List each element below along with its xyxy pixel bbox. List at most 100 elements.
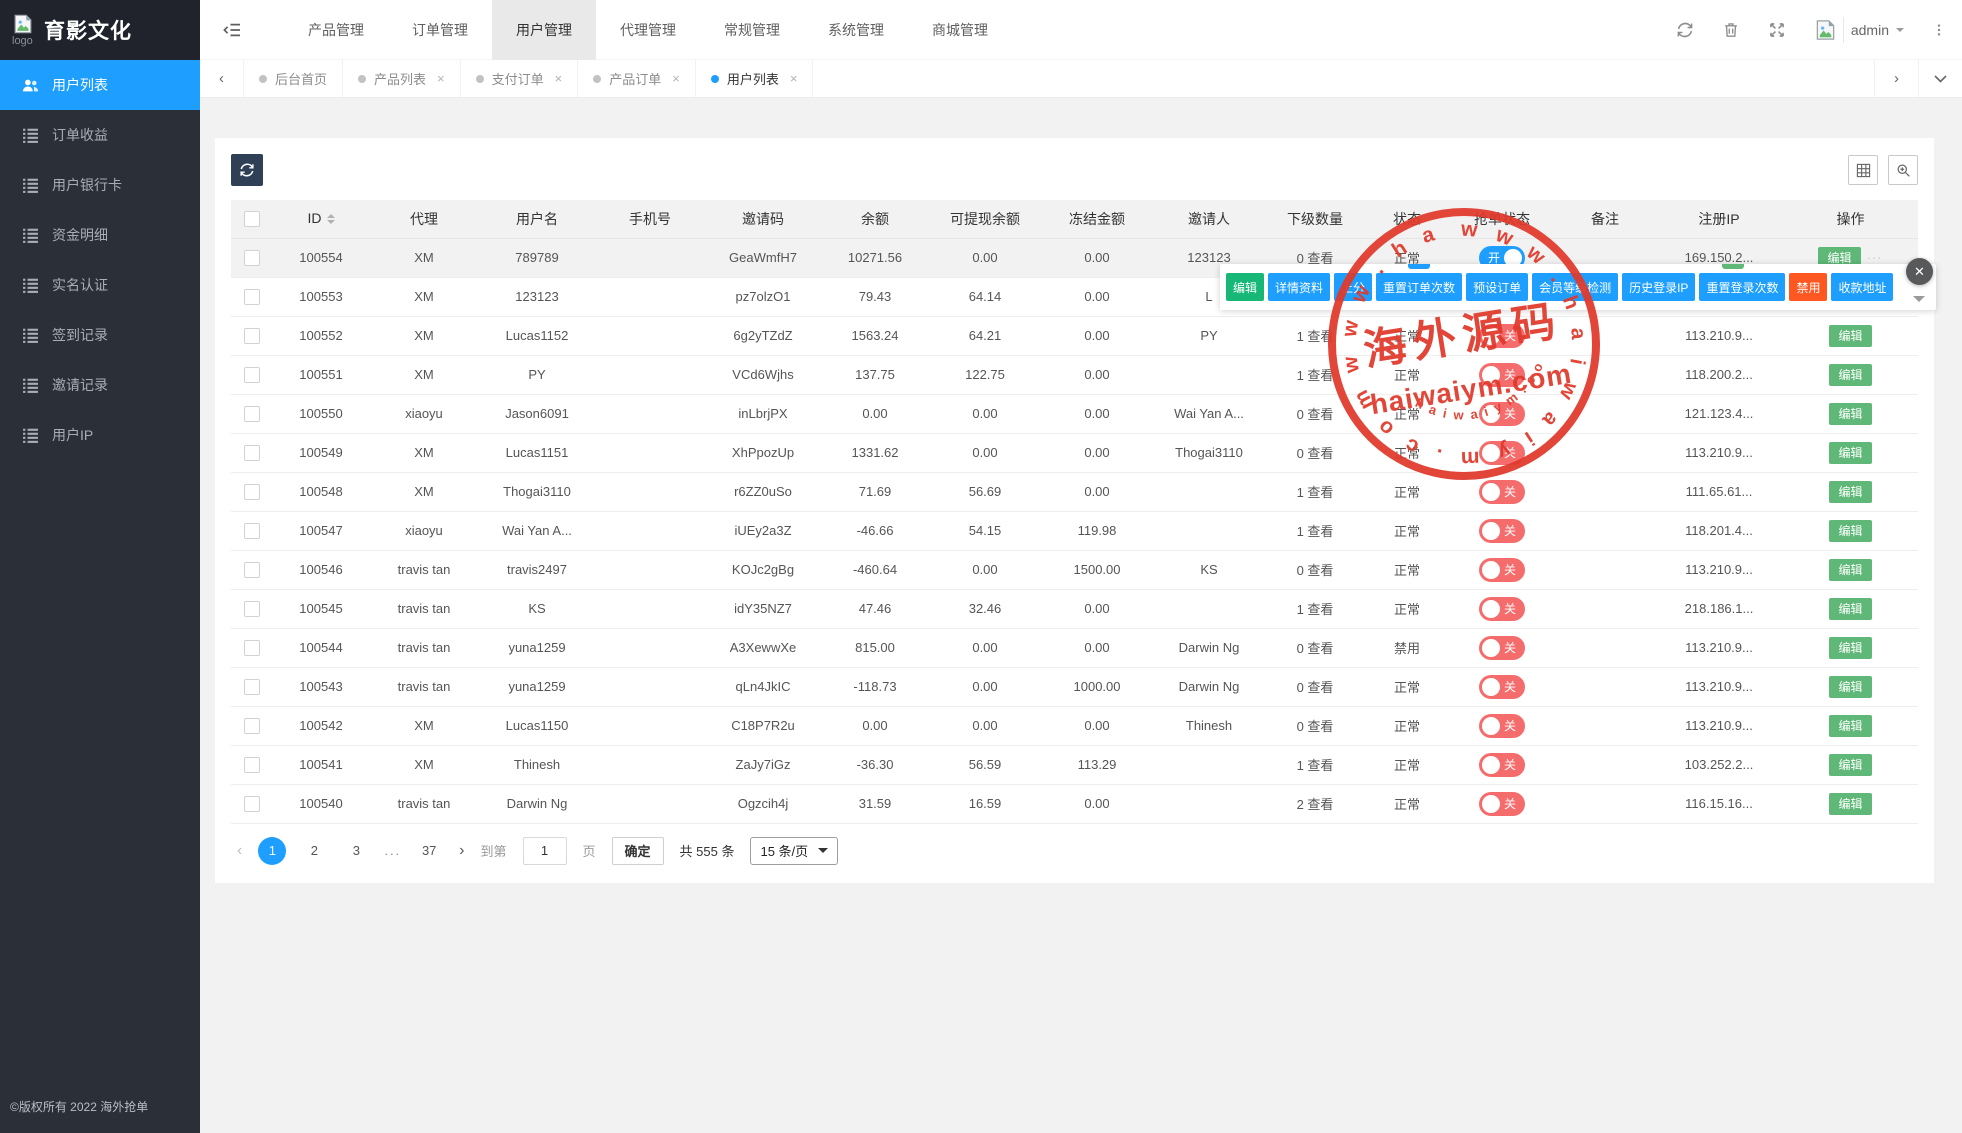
edit-button[interactable]: 编辑 <box>1829 598 1871 620</box>
sidebar-item[interactable]: 签到记录 <box>0 310 200 360</box>
row-checkbox[interactable] <box>244 250 260 266</box>
refresh-icon[interactable] <box>1676 21 1694 39</box>
tab-close-icon[interactable]: × <box>790 71 798 86</box>
grab-status-toggle[interactable]: 关 <box>1479 714 1525 738</box>
row-checkbox[interactable] <box>244 484 260 500</box>
more-actions-icon[interactable]: ··· <box>1867 250 1883 265</box>
sidebar-item[interactable]: 邀请记录 <box>0 360 200 410</box>
popup-action-button[interactable]: 重置订单次数 <box>1376 273 1462 301</box>
grab-status-toggle[interactable]: 关 <box>1479 324 1525 348</box>
select-all-checkbox[interactable] <box>244 211 260 227</box>
row-checkbox[interactable] <box>244 796 260 812</box>
grab-status-toggle[interactable]: 关 <box>1479 597 1525 621</box>
grab-status-toggle[interactable]: 关 <box>1479 558 1525 582</box>
per-page-select[interactable]: 15 条/页 <box>750 837 838 865</box>
edit-button[interactable]: 编辑 <box>1829 559 1871 581</box>
tab-item[interactable]: 支付订单× <box>461 60 579 97</box>
popup-action-button[interactable]: 预设订单 <box>1466 273 1528 301</box>
tab-item[interactable]: 后台首页 <box>244 60 343 97</box>
view-subordinates-link[interactable]: 查看 <box>1307 641 1333 656</box>
view-subordinates-link[interactable]: 查看 <box>1307 524 1333 539</box>
view-subordinates-link[interactable]: 查看 <box>1307 446 1333 461</box>
sidebar-item[interactable]: 用户列表 <box>0 60 200 110</box>
row-checkbox[interactable] <box>244 445 260 461</box>
sidebar-item[interactable]: 订单收益 <box>0 110 200 160</box>
topnav-item[interactable]: 系统管理 <box>804 0 908 60</box>
edit-button[interactable]: 编辑 <box>1829 520 1871 542</box>
tab-close-icon[interactable]: × <box>555 71 563 86</box>
topnav-item[interactable]: 产品管理 <box>284 0 388 60</box>
view-subordinates-link[interactable]: 查看 <box>1307 329 1333 344</box>
topnav-item[interactable]: 用户管理 <box>492 0 596 60</box>
sidebar-item[interactable]: 用户IP <box>0 410 200 460</box>
filter-columns-icon[interactable] <box>1848 155 1878 185</box>
popup-action-button[interactable]: 上分 <box>1334 273 1372 301</box>
tab-item[interactable]: 产品列表× <box>343 60 461 97</box>
grab-status-toggle[interactable]: 关 <box>1479 792 1525 816</box>
tab-item[interactable]: 用户列表× <box>696 60 814 97</box>
popup-action-button[interactable]: 重置登录次数 <box>1699 273 1785 301</box>
edit-button[interactable]: 编辑 <box>1829 442 1871 464</box>
row-checkbox[interactable] <box>244 601 260 617</box>
goto-page-input[interactable] <box>523 837 567 865</box>
view-subordinates-link[interactable]: 查看 <box>1307 563 1333 578</box>
fullscreen-icon[interactable] <box>1768 21 1786 39</box>
edit-button[interactable]: 编辑 <box>1829 676 1871 698</box>
sidebar-item[interactable]: 资金明细 <box>0 210 200 260</box>
tabs-scroll-left-icon[interactable]: ‹ <box>200 60 244 97</box>
row-checkbox[interactable] <box>244 757 260 773</box>
row-checkbox[interactable] <box>244 562 260 578</box>
grab-status-toggle[interactable]: 关 <box>1479 753 1525 777</box>
page-number[interactable]: 1 <box>258 837 286 865</box>
sidebar-item[interactable]: 用户银行卡 <box>0 160 200 210</box>
tab-close-icon[interactable]: × <box>672 71 680 86</box>
grab-status-toggle[interactable]: 关 <box>1479 441 1525 465</box>
collapse-sidebar-icon[interactable] <box>200 0 264 60</box>
edit-button[interactable]: 编辑 <box>1829 793 1871 815</box>
page-number[interactable]: 3 <box>342 837 370 865</box>
search-zoom-icon[interactable] <box>1888 155 1918 185</box>
view-subordinates-link[interactable]: 查看 <box>1307 797 1333 812</box>
view-subordinates-link[interactable]: 查看 <box>1307 758 1333 773</box>
topnav-item[interactable]: 常规管理 <box>700 0 804 60</box>
trash-icon[interactable] <box>1722 21 1740 39</box>
view-subordinates-link[interactable]: 查看 <box>1307 680 1333 695</box>
edit-button[interactable]: 编辑 <box>1829 637 1871 659</box>
popup-action-button[interactable]: 收款地址 <box>1831 273 1893 301</box>
edit-button[interactable]: 编辑 <box>1829 364 1871 386</box>
prev-page-icon[interactable]: ‹ <box>237 842 242 860</box>
next-page-icon[interactable]: › <box>459 842 464 860</box>
edit-button[interactable]: 编辑 <box>1829 715 1871 737</box>
tabs-scroll-right-icon[interactable]: › <box>1874 60 1918 97</box>
view-subordinates-link[interactable]: 查看 <box>1307 719 1333 734</box>
sort-icon[interactable] <box>327 210 335 228</box>
grab-status-toggle[interactable]: 关 <box>1479 636 1525 660</box>
grab-status-toggle[interactable]: 关 <box>1479 363 1525 387</box>
tabs-dropdown-icon[interactable] <box>1918 60 1962 97</box>
row-checkbox[interactable] <box>244 367 260 383</box>
row-checkbox[interactable] <box>244 679 260 695</box>
grab-status-toggle[interactable]: 关 <box>1479 675 1525 699</box>
sidebar-item[interactable]: 实名认证 <box>0 260 200 310</box>
view-subordinates-link[interactable]: 查看 <box>1307 368 1333 383</box>
row-checkbox[interactable] <box>244 406 260 422</box>
topnav-item[interactable]: 商城管理 <box>908 0 1012 60</box>
popup-action-button[interactable]: 编辑 <box>1226 273 1264 301</box>
popup-scroll-down-icon[interactable] <box>1913 296 1925 308</box>
row-checkbox[interactable] <box>244 640 260 656</box>
table-refresh-button[interactable] <box>231 154 263 186</box>
view-subordinates-link[interactable]: 查看 <box>1307 485 1333 500</box>
row-checkbox[interactable] <box>244 718 260 734</box>
view-subordinates-link[interactable]: 查看 <box>1307 407 1333 422</box>
row-checkbox[interactable] <box>244 328 260 344</box>
edit-button[interactable]: 编辑 <box>1829 325 1871 347</box>
view-subordinates-link[interactable]: 查看 <box>1307 602 1333 617</box>
tab-close-icon[interactable]: × <box>437 71 445 86</box>
tab-item[interactable]: 产品订单× <box>578 60 696 97</box>
edit-button[interactable]: 编辑 <box>1829 403 1871 425</box>
popup-action-button[interactable]: 会员等级检测 <box>1532 273 1618 301</box>
popup-action-button[interactable]: 详情资料 <box>1268 273 1330 301</box>
grab-status-toggle[interactable]: 关 <box>1479 480 1525 504</box>
user-menu[interactable]: admin <box>1814 17 1904 43</box>
page-number[interactable]: 2 <box>300 837 328 865</box>
